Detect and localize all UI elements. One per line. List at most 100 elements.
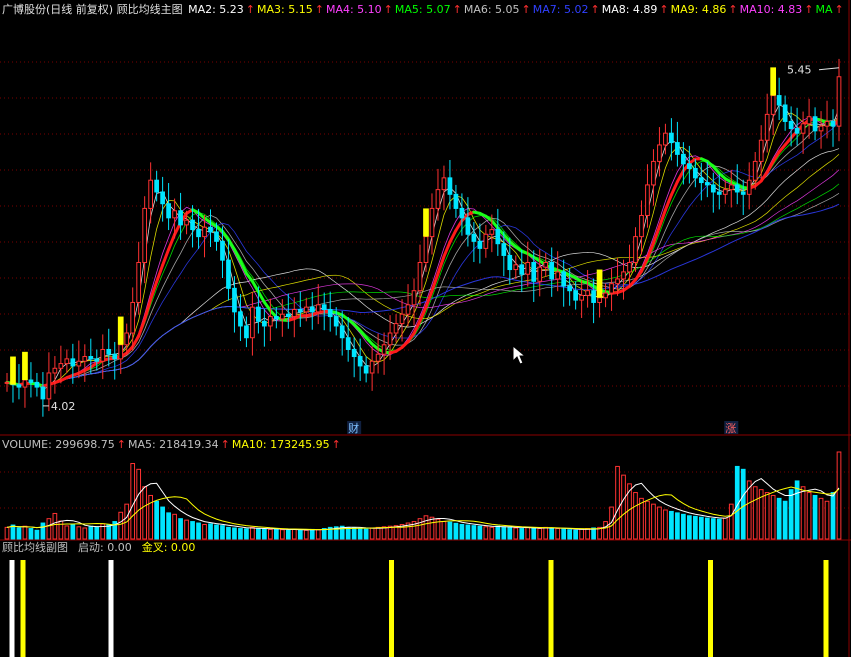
candle-body [82, 356, 88, 362]
legend-item: MA [815, 3, 833, 16]
candle-body [214, 231, 219, 242]
volume-bar [28, 528, 34, 540]
candle-body [453, 193, 459, 209]
volume-bar [740, 468, 746, 540]
volume-bar [681, 513, 686, 540]
volume-bar [226, 526, 231, 540]
volume-bar [190, 521, 195, 540]
candle-body [256, 306, 261, 322]
candle-body [591, 290, 596, 303]
volume-bar [76, 526, 82, 540]
volume-bar [166, 512, 171, 540]
candle-body [58, 363, 64, 369]
volume-bar [291, 528, 297, 540]
candle-body [226, 259, 231, 289]
candle-body [746, 179, 752, 195]
candle-body [285, 313, 291, 318]
volume-bar [184, 519, 189, 540]
candle-body [573, 290, 578, 301]
volume-bar [160, 506, 165, 540]
candle-body [471, 233, 477, 242]
candle-body [776, 95, 782, 106]
candle-body [178, 210, 183, 226]
indicator-header: 顾比均线副图 启动: 0.00 金叉: 0.00 [2, 540, 851, 556]
volume-bar [64, 525, 70, 540]
candle-body [561, 271, 567, 287]
indicator-signal-bar [108, 560, 114, 657]
candle-body [345, 337, 351, 350]
volume-bar [728, 503, 734, 540]
volume-bar [615, 465, 620, 540]
volume-bar [495, 525, 501, 540]
candle-body [363, 365, 369, 374]
volume-bar [441, 521, 447, 540]
legend-item: MA3: 5.15 [257, 3, 313, 16]
volume-bar [345, 526, 351, 540]
up-arrow-icon: ↑ [220, 438, 230, 451]
volume-bar [34, 529, 40, 540]
candle-body [369, 360, 375, 374]
volume-bar [818, 497, 824, 540]
candle-body [806, 116, 812, 125]
volume-bar [202, 523, 207, 540]
legend-item: MA4: 5.10 [325, 3, 382, 16]
volume-bar [716, 518, 722, 540]
legend-item: MA5: 5.07 [394, 3, 451, 16]
candle-body [70, 358, 76, 367]
volume-bar [118, 511, 124, 540]
candle-body [76, 360, 82, 367]
candle-body [279, 313, 285, 320]
candle-body [794, 127, 800, 134]
candle-body [585, 290, 590, 296]
volume-bar [824, 500, 830, 540]
volume-bar [788, 489, 794, 540]
candle-body [698, 177, 704, 184]
volume-bar [621, 474, 626, 540]
candle-body [118, 344, 124, 360]
candle-body [645, 184, 650, 216]
volume-bar [639, 497, 644, 540]
candle-body [411, 290, 417, 306]
up-arrow-icon: ↑ [521, 3, 531, 16]
volume-bar [471, 525, 477, 540]
volume-bar [776, 497, 782, 540]
candle-body [46, 372, 52, 400]
candle-body [489, 229, 495, 235]
candle-body [321, 304, 327, 311]
trend-line-segment [675, 169, 685, 184]
candle-body [800, 123, 806, 134]
candle-body [184, 219, 189, 226]
candle-body [728, 184, 734, 191]
candle-body [519, 264, 525, 275]
candle-body [435, 189, 441, 209]
volume-bar [154, 500, 159, 540]
volume-bar [297, 529, 303, 540]
volume-bar [363, 528, 369, 540]
volume-bar [585, 528, 590, 540]
indicator-signal-bar [823, 560, 829, 657]
candle-body [507, 254, 513, 271]
volume-bar [698, 516, 704, 540]
candle-body [303, 306, 309, 313]
candle-body [603, 292, 608, 299]
candle-body [429, 207, 435, 238]
volume-bar [722, 517, 728, 540]
signal-highlight-bar [10, 356, 16, 385]
candle-body [172, 210, 177, 219]
candle-body [381, 344, 387, 355]
candle-body [441, 177, 447, 191]
volume-bar [543, 526, 549, 540]
candle-body [250, 306, 255, 339]
candle-body [615, 278, 620, 285]
candle-body [836, 76, 842, 127]
candle-body [710, 184, 716, 193]
candle-body [291, 309, 297, 318]
candle-body [692, 167, 698, 179]
volume-bar [800, 486, 806, 540]
candle-body [663, 132, 668, 146]
candle-body [22, 379, 28, 388]
signal-highlight-bar [423, 208, 429, 237]
candle-body [752, 160, 758, 181]
candle-body [495, 229, 501, 245]
candle-body [64, 358, 70, 365]
